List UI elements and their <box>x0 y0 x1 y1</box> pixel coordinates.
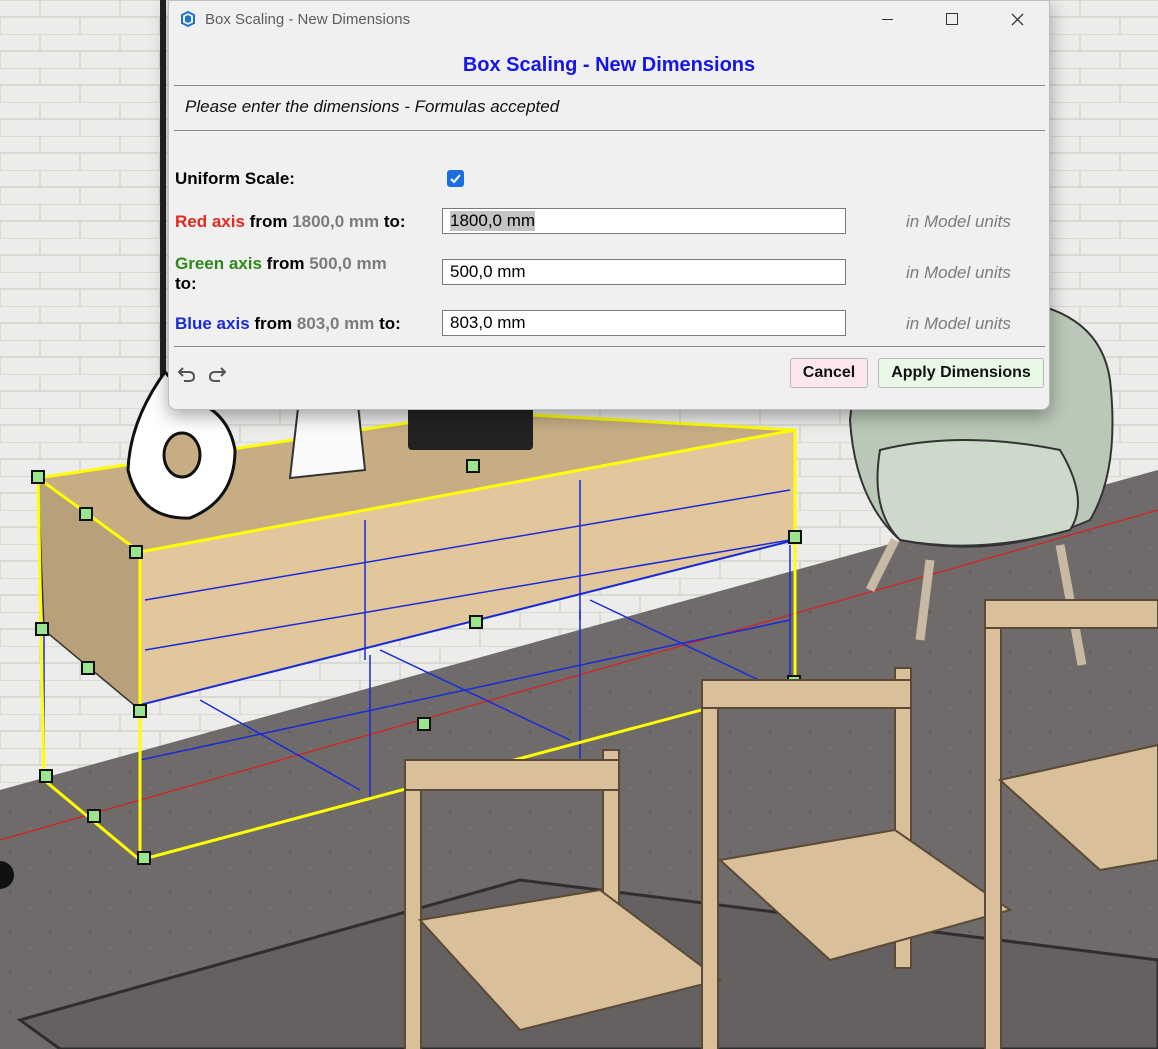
undo-icon[interactable] <box>177 364 197 384</box>
from-word: from <box>249 314 297 333</box>
red-axis-input-value: 1800,0 mm <box>450 211 536 231</box>
blue-axis-current-value: 803,0 mm <box>296 314 375 333</box>
green-axis-name: Green axis <box>175 254 262 273</box>
speaker <box>408 405 533 450</box>
sketchup-icon <box>181 10 195 28</box>
close-button[interactable] <box>994 5 1040 33</box>
divider <box>174 346 1045 347</box>
checkmark-icon <box>450 174 461 184</box>
red-axis-label: Red axis from 1800,0 mm to: <box>175 212 406 232</box>
photo-frame <box>288 403 367 480</box>
divider <box>174 85 1045 86</box>
blue-axis-input-value: 803,0 mm <box>450 313 526 332</box>
blue-axis-input[interactable]: 803,0 mm <box>442 310 846 336</box>
uniform-scale-label: Uniform Scale: <box>175 169 295 188</box>
red-axis-units: in Model units <box>906 212 1011 231</box>
to-word: to: <box>374 314 401 333</box>
to-word: to: <box>379 212 406 231</box>
blue-axis-label: Blue axis from 803,0 mm to: <box>175 314 401 334</box>
minimize-button[interactable] <box>864 5 910 33</box>
from-word: from <box>244 212 293 231</box>
maximize-button[interactable] <box>929 5 975 33</box>
uniform-scale-checkbox[interactable] <box>447 170 464 187</box>
minimize-icon <box>881 18 893 20</box>
maximize-icon <box>946 13 958 25</box>
blue-axis-name: Blue axis <box>175 314 250 333</box>
green-axis-units: in Model units <box>906 263 1011 282</box>
green-axis-label: Green axis from 500,0 mm to: <box>175 254 387 294</box>
blue-axis-units: in Model units <box>906 314 1011 333</box>
apply-dimensions-button[interactable]: Apply Dimensions <box>878 358 1044 388</box>
instructions-text: Please enter the dimensions - Formulas a… <box>185 97 560 116</box>
divider <box>174 130 1045 131</box>
redo-icon[interactable] <box>207 364 227 384</box>
box-scaling-dialog: Box Scaling - New Dimensions Box Scaling… <box>168 0 1050 410</box>
red-axis-input[interactable]: 1800,0 mm <box>442 208 846 234</box>
from-word: from <box>261 254 310 273</box>
red-axis-current-value: 1800,0 mm <box>292 212 380 231</box>
to-word: to: <box>175 274 197 293</box>
green-axis-input[interactable]: 500,0 mm <box>442 259 846 285</box>
red-axis-name: Red axis <box>175 212 245 231</box>
green-axis-current-value: 500,0 mm <box>309 254 387 273</box>
cancel-button[interactable]: Cancel <box>790 358 868 388</box>
close-icon <box>1011 13 1023 25</box>
green-axis-input-value: 500,0 mm <box>450 262 526 281</box>
dialog-heading: Box Scaling - New Dimensions <box>462 54 756 76</box>
window-title: Box Scaling - New Dimensions <box>205 11 411 28</box>
window-titlebar[interactable]: Box Scaling - New Dimensions <box>169 1 1049 37</box>
